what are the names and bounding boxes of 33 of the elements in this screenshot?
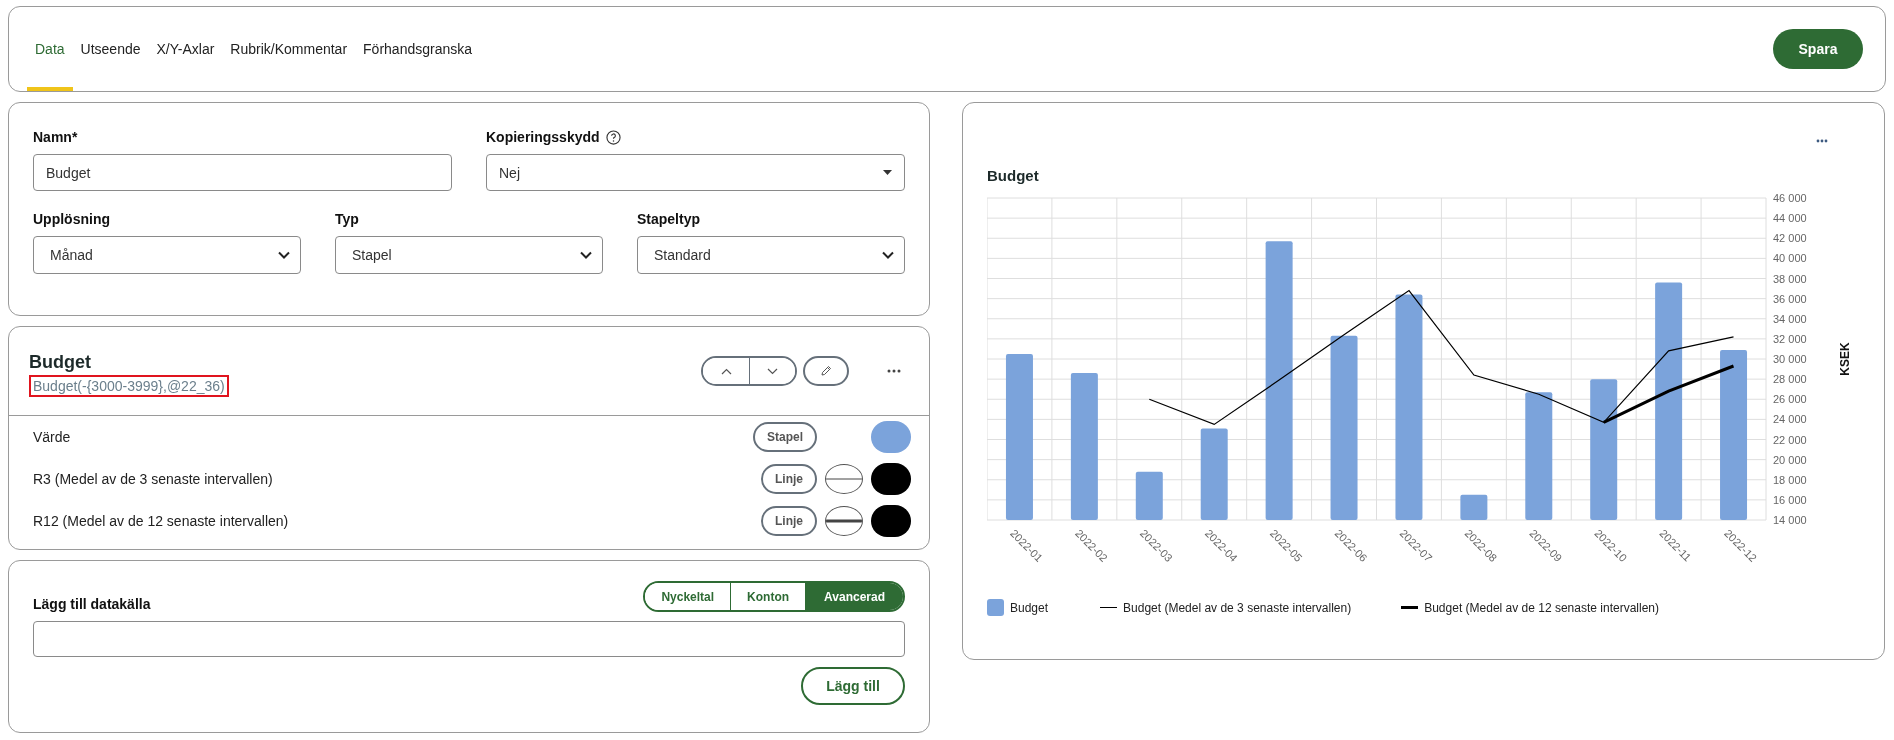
axis-tick-label: 14 000 (1773, 514, 1807, 526)
field-label: Lägg till datakälla (33, 596, 151, 612)
field-label: Namn* (33, 129, 79, 145)
legend-label: Budget (Medel av de 12 senaste intervallen) (1424, 600, 1659, 615)
chart-title: Budget (987, 167, 1040, 184)
field-label: Stapeltyp (637, 211, 701, 227)
axis-tick-label: 32 000 (1773, 332, 1807, 345)
field-label: Upplösning (33, 211, 111, 227)
series-title: Budget (29, 351, 92, 373)
series-row-label: R3 (Medel av de 3 senaste intervallen) (33, 471, 273, 487)
axis-tick-label: 24 000 (1773, 413, 1807, 426)
axis-tick-label: 22 000 (1773, 433, 1807, 446)
axis-tick-label: 28 000 (1773, 373, 1807, 386)
axis-tick-label: 38 000 (1773, 272, 1807, 285)
series-row-label: R12 (Medel av de 12 senaste intervallen) (33, 513, 289, 529)
field-label: Kopieringsskydd (486, 129, 600, 145)
axis-tick-label: 42 000 (1773, 232, 1807, 245)
formula-text: Budget(-{3000-3999},@22_36) (29, 374, 229, 397)
axis-tick-label: 34 000 (1773, 312, 1807, 325)
axis-tick-label: 46 000 (1773, 192, 1807, 204)
series-row-label: Värde (33, 429, 71, 445)
axis-tick-label: 30 000 (1773, 353, 1807, 365)
field-label: Typ (335, 211, 360, 227)
axis-tick-label: 40 000 (1773, 252, 1807, 265)
axis-tick-label: 44 000 (1773, 212, 1807, 225)
axis-tick-label: 18 000 (1773, 473, 1807, 486)
legend-label: Budget (1010, 600, 1049, 615)
legend-label: Budget (Medel av de 3 senaste intervallen) (1123, 600, 1352, 615)
axis-tick-label: 36 000 (1773, 292, 1807, 305)
axis-tick-label: 26 000 (1773, 393, 1807, 406)
axis-tick-label: 20 000 (1773, 453, 1807, 466)
axis-tick-label: 16 000 (1773, 493, 1807, 506)
axis-title: KSEK (1838, 342, 1852, 376)
